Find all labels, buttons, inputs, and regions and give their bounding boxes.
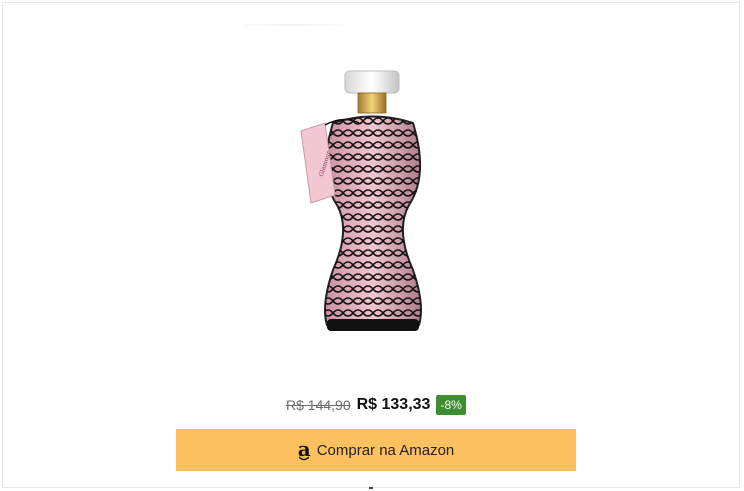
amazon-smile-icon: [298, 456, 309, 461]
perfume-bottle-icon: Glamour: [300, 70, 422, 331]
buy-on-amazon-button[interactable]: a Comprar na Amazon: [176, 429, 576, 471]
current-price: R$ 133,33: [356, 396, 431, 413]
price-row: R$ 144,90 R$ 133,33 -8%: [286, 394, 466, 416]
divider-mark: [369, 487, 373, 489]
discount-badge: -8%: [436, 395, 466, 415]
divider: [243, 24, 343, 26]
old-price: R$ 144,90: [286, 397, 351, 413]
product-card: Glamour R$ 144,90 R$ 133,33 -8% a Compra…: [2, 2, 740, 488]
perfume-bottle-image[interactable]: Glamour: [273, 55, 443, 355]
amazon-icon: a: [297, 437, 311, 461]
buy-button-label: Comprar na Amazon: [316, 441, 455, 459]
